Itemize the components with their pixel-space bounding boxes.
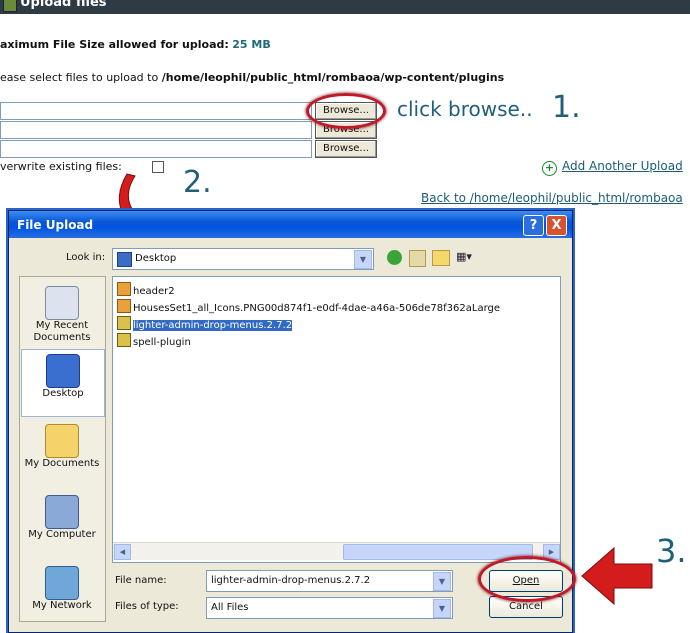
my-documents-icon <box>45 424 79 458</box>
up-folder-icon[interactable] <box>409 250 426 267</box>
file-name-value: lighter-admin-drop-menus.2.7.2 <box>211 575 371 586</box>
file-type-select[interactable]: All Files ▼ <box>206 597 453 619</box>
file-input-1[interactable] <box>0 102 312 120</box>
upload-icon <box>3 0 17 12</box>
view-menu-icon[interactable]: ▦▾ <box>456 250 478 265</box>
scroll-left-icon[interactable]: ◀ <box>114 544 131 560</box>
zip-folder-icon <box>117 333 131 347</box>
place-my-computer[interactable]: My Computer <box>21 491 103 557</box>
annotation-step1-text: click browse.. <box>397 97 533 121</box>
close-button[interactable]: X <box>546 215 567 236</box>
file-item-lighter-admin[interactable]: lighter-admin-drop-menus.2.7.2 <box>117 316 293 331</box>
chevron-down-icon[interactable]: ▼ <box>354 250 372 269</box>
look-in-select[interactable]: Desktop ▼ <box>112 248 374 270</box>
file-type-value: All Files <box>211 602 249 613</box>
max-size-value: 25 MB <box>232 38 271 51</box>
add-icon[interactable]: + <box>542 161 557 176</box>
look-in-value: Desktop <box>135 253 177 264</box>
max-size-line: aximum File Size allowed for upload: 25 … <box>0 38 271 51</box>
horizontal-scrollbar[interactable]: ◀ ▶ <box>113 542 560 560</box>
image-file-icon <box>117 282 131 296</box>
chevron-down-icon[interactable]: ▼ <box>433 599 451 618</box>
select-files-line: ease select files to upload to /home/leo… <box>0 71 504 84</box>
places-bar: My Recent Documents Desktop My Documents… <box>19 276 106 622</box>
my-computer-icon <box>45 495 79 529</box>
file-item-header2[interactable]: header2 <box>117 282 175 297</box>
back-link[interactable]: Back to /home/leophil/public_html/rombao… <box>421 191 683 205</box>
back-icon[interactable] <box>387 250 402 265</box>
select-label: ease select files to upload to <box>0 71 159 84</box>
file-type-label: Files of type: <box>115 601 179 612</box>
browse-button-3[interactable]: Browse... <box>315 140 377 158</box>
desktop-small-icon <box>117 252 132 267</box>
upload-path: /home/leophil/public_html/rombaoa/wp-con… <box>161 71 505 84</box>
file-name-label: File name: <box>115 575 167 586</box>
dialog-title: File Upload <box>17 218 94 232</box>
page-title: Upload files <box>20 0 107 10</box>
overwrite-label: verwrite existing files: <box>0 160 122 173</box>
new-folder-icon[interactable] <box>432 250 450 266</box>
max-size-label: aximum File Size allowed for upload: <box>0 38 229 51</box>
my-network-icon <box>45 566 79 600</box>
file-list[interactable]: header2 HousesSet1_all_Icons.PNG00d874f1… <box>112 276 561 563</box>
look-in-label: Look in: <box>66 252 106 263</box>
upload-files-header: Upload files <box>0 0 690 14</box>
annotation-step1-number: 1. <box>552 90 581 125</box>
place-my-network[interactable]: My Network <box>21 562 103 628</box>
recent-documents-icon <box>45 286 79 320</box>
overwrite-line: verwrite existing files: <box>0 160 122 173</box>
red-left-arrow <box>581 546 653 606</box>
highlight-ring-browse <box>306 93 386 129</box>
file-name-input[interactable]: lighter-admin-drop-menus.2.7.2 ▼ <box>206 570 453 592</box>
image-file-icon <box>117 299 131 313</box>
chevron-down-icon[interactable]: ▼ <box>433 572 451 591</box>
add-another-upload-link[interactable]: Add Another Upload <box>562 159 683 173</box>
place-desktop[interactable]: Desktop <box>21 349 105 417</box>
desktop-icon <box>46 354 80 388</box>
file-item-housesset[interactable]: HousesSet1_all_Icons.PNG00d874f1-e0df-4d… <box>117 299 500 314</box>
place-my-documents[interactable]: My Documents <box>21 420 103 486</box>
file-item-spell-plugin[interactable]: spell-plugin <box>117 333 191 348</box>
annotation-step3-number: 3. <box>656 532 687 570</box>
dialog-titlebar[interactable]: File Upload ? X <box>9 211 572 238</box>
place-recent-documents[interactable]: My Recent Documents <box>21 282 103 348</box>
help-button[interactable]: ? <box>523 215 544 236</box>
file-input-2[interactable] <box>0 121 312 139</box>
file-input-3[interactable] <box>0 140 312 158</box>
zip-folder-icon <box>117 316 131 330</box>
highlight-ring-open <box>478 556 576 602</box>
